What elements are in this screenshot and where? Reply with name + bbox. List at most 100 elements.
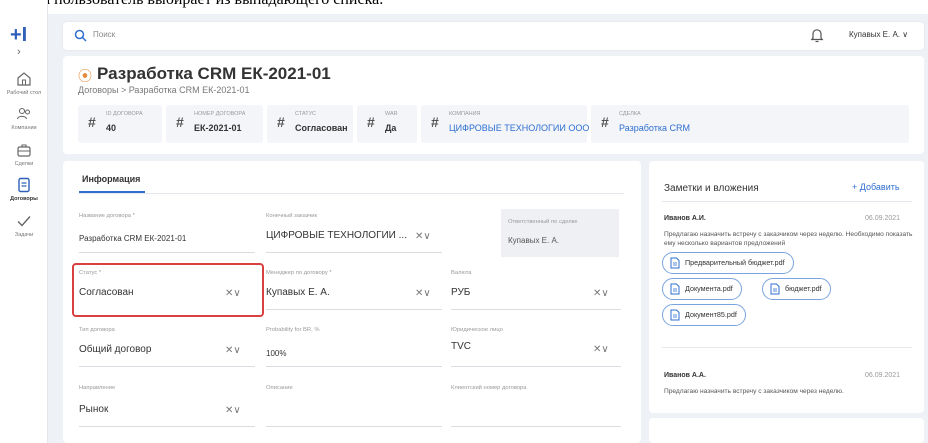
field-underline bbox=[451, 426, 621, 427]
chevron-down-icon: ∨ bbox=[902, 30, 909, 39]
attachment[interactable]: Документ85.pdf bbox=[662, 304, 746, 326]
note-author: Иванов А.А. bbox=[664, 372, 706, 379]
field-underline bbox=[451, 366, 621, 367]
attachment-name: Предварительный бюджет.pdf bbox=[685, 258, 785, 267]
field-value: TVC bbox=[451, 341, 471, 352]
deal-link[interactable]: Разработка CRM bbox=[619, 123, 690, 133]
sidebar: +I › Рабочий стол Компании Сделки Догово… bbox=[0, 0, 48, 443]
field-value: РУБ bbox=[451, 287, 471, 298]
description-field[interactable]: Описание bbox=[266, 385, 442, 427]
field-number: # НОМЕР ДОГОВОРА ЕК-2021-01 bbox=[166, 105, 263, 143]
sidebar-item-label: Рабочий стол bbox=[6, 90, 42, 96]
sidebar-item-tasks[interactable]: Задачи bbox=[0, 212, 48, 238]
divider bbox=[662, 347, 912, 348]
document-caption: статуса пользователь выбирает из выпадаю… bbox=[0, 0, 928, 9]
divider bbox=[662, 201, 912, 202]
clear-chevron-icon[interactable]: ✕∨ bbox=[225, 345, 241, 356]
clear-chevron-icon[interactable]: ✕∨ bbox=[415, 231, 431, 242]
field-value: Купавых Е. А. bbox=[508, 236, 560, 245]
notes-title: Заметки и вложения bbox=[664, 183, 759, 194]
field-id: # ID ДОГОВОРА 40 bbox=[78, 105, 162, 143]
field-underline bbox=[266, 426, 442, 427]
client-number-field[interactable]: Клиентский номер договора bbox=[451, 385, 621, 427]
status-highlight bbox=[72, 263, 264, 317]
field-label: Probability for BR, % bbox=[266, 327, 320, 333]
user-name: Купавых Е. А. bbox=[849, 30, 901, 39]
bell-icon[interactable] bbox=[810, 27, 824, 43]
logo[interactable]: +I bbox=[10, 25, 27, 45]
sidebar-item-contracts[interactable]: Договоры bbox=[0, 176, 48, 202]
note-date: 06.09.2021 bbox=[865, 372, 901, 379]
probability-field[interactable]: Probability for BR, % 100% bbox=[266, 327, 442, 367]
contract-type-select[interactable]: Тип договора Общий договор ✕∨ bbox=[79, 327, 255, 367]
document-icon bbox=[18, 177, 30, 193]
field-value: ЕК-2021-01 bbox=[194, 123, 242, 133]
file-icon bbox=[670, 257, 680, 269]
field-underline bbox=[266, 309, 442, 310]
attachment-name: Документ85.pdf bbox=[685, 310, 737, 319]
contract-name-field[interactable]: Название договора * Разработка CRM ЕК-20… bbox=[79, 213, 255, 253]
secondary-panel bbox=[649, 418, 924, 443]
field-underline bbox=[451, 309, 621, 310]
divider bbox=[79, 193, 624, 194]
legal-entity-select[interactable]: Юридическое лицо TVC ✕∨ bbox=[451, 327, 621, 367]
field-label: Конечный заказчик bbox=[266, 213, 318, 219]
attachment[interactable]: Предварительный бюджет.pdf bbox=[662, 252, 794, 274]
clear-chevron-icon[interactable]: ✕∨ bbox=[593, 288, 609, 299]
customer-select[interactable]: Конечный заказчик ЦИФРОВЫЕ ТЕХНОЛОГИИ ..… bbox=[266, 213, 442, 253]
contract-header: ⦿ Разработка CRM ЕК-2021-01 Договоры > Р… bbox=[63, 56, 924, 154]
manager-select[interactable]: Менеджер по договору * Купавых Е. А. ✕∨ bbox=[266, 270, 442, 310]
top-bar: Поиск Купавых Е. А. ∨ bbox=[63, 22, 924, 50]
currency-select[interactable]: Валюта РУБ ✕∨ bbox=[451, 270, 621, 310]
file-icon bbox=[670, 309, 680, 321]
field-value: ЦИФРОВЫЕ ТЕХНОЛОГИИ ... bbox=[266, 230, 407, 241]
search-icon[interactable] bbox=[74, 29, 87, 42]
attachment-name: бюджет.pdf bbox=[785, 284, 822, 293]
search-input[interactable]: Поиск bbox=[93, 30, 115, 39]
clear-chevron-icon[interactable]: ✕∨ bbox=[593, 344, 609, 355]
breadcrumb[interactable]: Договоры > Разработка CRM ЕК-2021-01 bbox=[78, 85, 249, 95]
field-key: СТАТУС bbox=[295, 111, 317, 117]
hash-icon: # bbox=[367, 114, 375, 130]
field-label: Тип договора bbox=[79, 327, 115, 333]
sidebar-item-label: Задачи bbox=[14, 232, 34, 238]
field-key: ID ДОГОВОРА bbox=[106, 111, 143, 117]
field-key: НОМЕР ДОГОВОРА bbox=[194, 111, 246, 117]
field-value: Рынок bbox=[79, 404, 109, 415]
field-value: 100% bbox=[266, 349, 287, 358]
hash-icon: # bbox=[601, 114, 609, 130]
field-label: Юридическое лицо bbox=[451, 327, 503, 333]
clear-chevron-icon[interactable]: ✕∨ bbox=[225, 405, 241, 416]
note-text: Предлагаю назначить встречу с заказчиком… bbox=[664, 388, 844, 395]
field-label: Менеджер по договору * bbox=[266, 270, 332, 276]
user-menu[interactable]: Купавых Е. А. ∨ bbox=[849, 30, 908, 39]
field-label: Описание bbox=[266, 385, 293, 391]
notes-panel: Заметки и вложения + Добавить Иванов А.И… bbox=[649, 161, 924, 413]
briefcase-icon bbox=[17, 144, 31, 157]
sidebar-item-deals[interactable]: Сделки bbox=[0, 141, 48, 167]
sidebar-expand-icon[interactable]: › bbox=[17, 46, 21, 58]
sidebar-item-label: Договоры bbox=[10, 196, 38, 202]
field-company: # КОМПАНИЯ ЦИФРОВЫЕ ТЕХНОЛОГИИ ООО bbox=[421, 105, 589, 143]
field-label: Направление bbox=[79, 385, 116, 391]
field-underline bbox=[79, 426, 255, 427]
note-date: 06.09.2021 bbox=[865, 215, 901, 222]
page-title: Разработка CRM ЕК-2021-01 bbox=[97, 64, 331, 83]
check-icon bbox=[17, 216, 31, 227]
add-note-button[interactable]: + Добавить bbox=[852, 182, 900, 192]
direction-select[interactable]: Направление Рынок ✕∨ bbox=[79, 385, 255, 427]
sidebar-item-label: Сделки bbox=[14, 161, 34, 167]
hash-icon: # bbox=[176, 114, 184, 130]
attachment[interactable]: бюджет.pdf bbox=[762, 278, 831, 300]
clear-chevron-icon[interactable]: ✕∨ bbox=[415, 288, 431, 299]
field-label: Название договора * bbox=[79, 213, 135, 219]
field-value: Разработка CRM ЕК-2021-01 bbox=[79, 234, 187, 243]
tab-info[interactable]: Информация bbox=[82, 174, 140, 184]
sidebar-item-companies[interactable]: Компании bbox=[0, 105, 48, 131]
responsible-field: Ответственный по сделке Купавых Е. А. bbox=[501, 209, 619, 257]
people-icon: ⦿ bbox=[78, 68, 92, 84]
company-link[interactable]: ЦИФРОВЫЕ ТЕХНОЛОГИИ ООО bbox=[449, 123, 589, 133]
attachment[interactable]: Документа.pdf bbox=[662, 278, 742, 300]
sidebar-item-desktop[interactable]: Рабочий стол bbox=[0, 70, 48, 96]
note-author: Иванов А.И. bbox=[664, 215, 706, 222]
